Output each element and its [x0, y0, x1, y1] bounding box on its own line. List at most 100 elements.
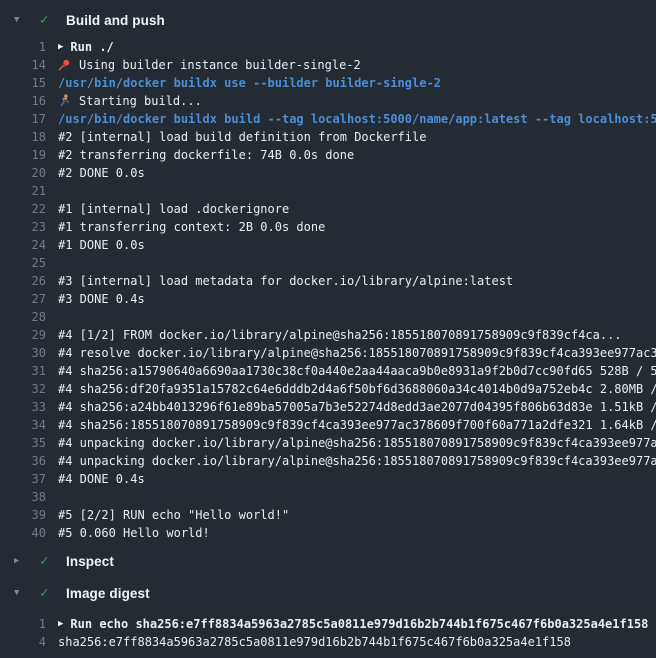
log-text: #4 DONE 0.4s [58, 472, 145, 486]
line-number[interactable]: 21 [0, 182, 46, 200]
line-number[interactable]: 40 [0, 524, 46, 542]
runner-icon [58, 94, 71, 107]
line-number[interactable]: 29 [0, 326, 46, 344]
log-line: 20 #2 DONE 0.0s [0, 164, 656, 182]
step-header-build-and-push[interactable]: ▼✓Build and push [0, 8, 656, 32]
log-line: 35 #4 unpacking docker.io/library/alpine@… [0, 434, 656, 452]
log-text: #1 transferring context: 2B 0.0s done [58, 220, 325, 234]
log-line: 38 [0, 488, 656, 506]
line-number[interactable]: 14 [0, 56, 46, 74]
log-line: 34#4 sha256:185518070891758909c9f839cf4c… [0, 416, 656, 434]
step-header-inspect[interactable]: ▶✓Inspect [0, 549, 656, 573]
log-text: Using builder instance builder-single-2 [79, 58, 361, 72]
log-text: #1 DONE 0.0s [58, 238, 145, 252]
line-number[interactable]: 31 [0, 362, 46, 380]
log-text: #2 transferring dockerfile: 74B 0.0s don… [58, 148, 354, 162]
line-number[interactable]: 37 [0, 470, 46, 488]
log-line: 15/usr/bin/docker buildx use --builder b… [0, 74, 656, 92]
line-number[interactable]: 24 [0, 236, 46, 254]
log-line: 25 [0, 254, 656, 272]
log-text: #4 unpacking docker.io/library/alpine@sh… [58, 454, 656, 468]
success-check-icon: ✓ [40, 12, 66, 28]
log-line: 22#1 [internal] load .dockerignore [0, 200, 656, 218]
log-line: 40#5 0.060 Hello world! [0, 524, 656, 542]
step-title: Build and push [66, 13, 165, 28]
log-text: #2 DONE 0.0s [58, 166, 145, 180]
line-number[interactable]: 28 [0, 308, 46, 326]
log-text: /usr/bin/docker buildx build --tag local… [58, 112, 656, 126]
line-number[interactable]: 26 [0, 272, 46, 290]
line-number[interactable]: 15 [0, 74, 46, 92]
line-number[interactable]: 19 [0, 146, 46, 164]
pushpin-icon [58, 58, 71, 71]
log-line: 31 #4 sha256:a15790640a6690aa1730c38cf0a4… [0, 362, 656, 380]
log-text: #2 [internal] load build definition from… [58, 130, 426, 144]
log-text: #4 resolve docker.io/library/alpine@sha2… [58, 346, 656, 360]
log-text: #4 unpacking docker.io/library/alpine@sh… [58, 436, 656, 450]
step-section-inspect: ▶✓Inspect [0, 549, 656, 573]
log-line: 14 Using builder instance builder-single-… [0, 56, 656, 74]
chevron-down-icon[interactable]: ▼ [14, 588, 40, 598]
log-text: #3 DONE 0.4s [58, 292, 145, 306]
log-line: 1 ▶ Run echo sha256:e7ff8834a5963a2785c5a0… [0, 615, 656, 633]
log-line: 36 #4 unpacking docker.io/library/alpine@… [0, 452, 656, 470]
line-number[interactable]: 35 [0, 434, 46, 452]
log-line: 21 [0, 182, 656, 200]
log-line: 1 ▶ Run ./ [0, 38, 656, 56]
runner-icon [58, 94, 71, 107]
log-line: 23 #1 transferring context: 2B 0.0s done [0, 218, 656, 236]
line-number[interactable]: 38 [0, 488, 46, 506]
log-line: 29 #4 [1/2] FROM docker.io/library/alpine… [0, 326, 656, 344]
log-line: 37 #4 DONE 0.4s [0, 470, 656, 488]
log-text: #3 [internal] load metadata for docker.i… [58, 274, 513, 288]
log-line: 17/usr/bin/docker buildx build --tag loc… [0, 110, 656, 128]
log-line: 30 #4 resolve docker.io/library/alpine@sh… [0, 344, 656, 362]
group-expand-icon[interactable]: ▶ [58, 615, 63, 633]
log-line: 16 Starting build... [0, 92, 656, 110]
log-line: 27 #3 DONE 0.4s [0, 290, 656, 308]
line-number[interactable]: 27 [0, 290, 46, 308]
line-number[interactable]: 39 [0, 506, 46, 524]
line-number[interactable]: 32 [0, 380, 46, 398]
line-number[interactable]: 36 [0, 452, 46, 470]
line-number[interactable]: 4 [0, 633, 46, 651]
line-number[interactable]: 1 [0, 615, 46, 633]
log-text: #4 sha256:a15790640a6690aa1730c38cf0a440… [58, 364, 656, 378]
group-command-text[interactable]: Run echo sha256:e7ff8834a5963a2785c5a081… [70, 617, 648, 631]
line-number[interactable]: 17 [0, 110, 46, 128]
log-line: 33 #4 sha256:a24bb4013296f61e89ba57005a7b… [0, 398, 656, 416]
chevron-down-icon[interactable]: ▼ [14, 15, 40, 25]
chevron-right-icon[interactable]: ▶ [14, 556, 40, 566]
line-number[interactable]: 1 [0, 38, 46, 56]
success-check-icon: ✓ [40, 585, 66, 601]
line-number[interactable]: 16 [0, 92, 46, 110]
line-number[interactable]: 23 [0, 218, 46, 236]
log-block-image-digest: 1 ▶ Run echo sha256:e7ff8834a5963a2785c5a0… [0, 615, 656, 651]
log-line: 26 #3 [internal] load metadata for docker… [0, 272, 656, 290]
log-line: 39 #5 [2/2] RUN echo "Hello world!" [0, 506, 656, 524]
actions-log-viewer: ▼✓Build and push1▶Run ./14Using builder … [0, 8, 656, 658]
line-number[interactable]: 33 [0, 398, 46, 416]
log-line: 18 #2 [internal] load build definition fr… [0, 128, 656, 146]
log-line: 4sha256:e7ff8834a5963a2785c5a0811e979d16… [0, 633, 656, 651]
line-number[interactable]: 34 [0, 416, 46, 434]
group-expand-icon[interactable]: ▶ [58, 38, 63, 56]
step-header-image-digest[interactable]: ▼✓Image digest [0, 581, 656, 605]
line-number[interactable]: 22 [0, 200, 46, 218]
pushpin-icon [58, 58, 71, 71]
log-text: #4 [1/2] FROM docker.io/library/alpine@s… [58, 328, 622, 342]
success-check-icon: ✓ [40, 553, 66, 569]
line-number[interactable]: 18 [0, 128, 46, 146]
step-title: Image digest [66, 586, 150, 601]
step-title: Inspect [66, 554, 114, 569]
line-number[interactable]: 30 [0, 344, 46, 362]
log-text: #5 [2/2] RUN echo "Hello world!" [58, 508, 289, 522]
line-number[interactable]: 25 [0, 254, 46, 272]
log-text: #4 sha256:a24bb4013296f61e89ba57005a7b3e… [58, 400, 656, 414]
log-text: Starting build... [79, 94, 202, 108]
line-number[interactable]: 20 [0, 164, 46, 182]
log-line: 24 #1 DONE 0.0s [0, 236, 656, 254]
group-command-text[interactable]: Run ./ [70, 40, 113, 54]
log-line: 28 [0, 308, 656, 326]
log-text: #4 sha256:df20fa9351a15782c64e6dddb2d4a6… [58, 382, 656, 396]
